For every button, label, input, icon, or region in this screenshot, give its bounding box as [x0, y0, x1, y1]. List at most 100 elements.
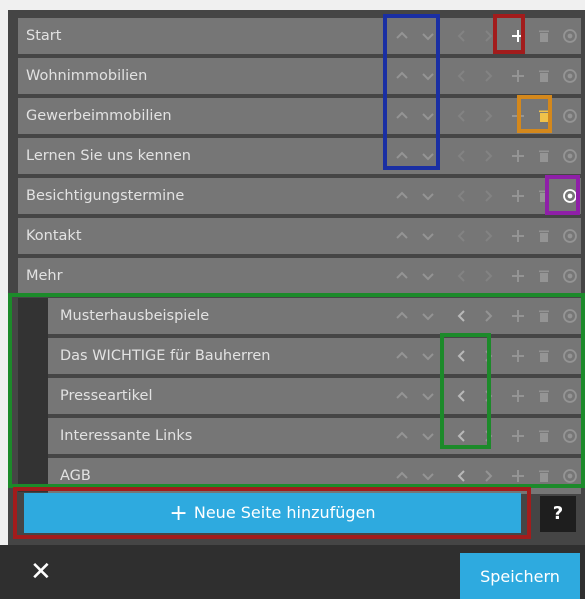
- page-label[interactable]: Musterhausbeispiele: [60, 298, 209, 334]
- trash-icon[interactable]: [532, 418, 556, 454]
- eye-icon[interactable]: [558, 338, 582, 374]
- eye-icon[interactable]: [558, 378, 582, 414]
- page-label[interactable]: AGB: [60, 458, 91, 494]
- chevron-down-icon[interactable]: [416, 98, 440, 134]
- eye-icon[interactable]: [558, 18, 582, 54]
- chevron-up-icon[interactable]: [390, 378, 414, 414]
- eye-icon[interactable]: [558, 98, 582, 134]
- trash-icon[interactable]: [532, 58, 556, 94]
- chevron-right-icon[interactable]: [476, 138, 500, 174]
- trash-icon[interactable]: [532, 338, 556, 374]
- trash-icon[interactable]: [532, 378, 556, 414]
- chevron-up-icon[interactable]: [390, 218, 414, 254]
- chevron-up-icon[interactable]: [390, 178, 414, 214]
- chevron-left-icon[interactable]: [450, 458, 474, 494]
- subpage-row[interactable]: Presseartikel: [48, 378, 581, 414]
- chevron-up-icon[interactable]: [390, 18, 414, 54]
- page-label[interactable]: Mehr: [26, 258, 63, 294]
- plus-icon[interactable]: [506, 338, 530, 374]
- plus-icon[interactable]: [506, 418, 530, 454]
- page-label[interactable]: Gewerbeimmobilien: [26, 98, 172, 134]
- trash-icon[interactable]: [532, 18, 556, 54]
- eye-icon[interactable]: [558, 178, 582, 214]
- chevron-left-icon[interactable]: [450, 378, 474, 414]
- page-label[interactable]: Presseartikel: [60, 378, 152, 414]
- chevron-down-icon[interactable]: [416, 298, 440, 334]
- subpage-row[interactable]: Interessante Links: [48, 418, 581, 454]
- page-row[interactable]: Besichtigungstermine: [18, 178, 581, 214]
- chevron-up-icon[interactable]: [390, 58, 414, 94]
- chevron-down-icon[interactable]: [416, 18, 440, 54]
- eye-icon[interactable]: [558, 258, 582, 294]
- plus-icon[interactable]: [506, 138, 530, 174]
- chevron-left-icon[interactable]: [450, 298, 474, 334]
- subpage-row[interactable]: Musterhausbeispiele: [48, 298, 581, 334]
- subpage-row[interactable]: Das WICHTIGE für Bauherren: [48, 338, 581, 374]
- chevron-down-icon[interactable]: [416, 258, 440, 294]
- chevron-right-icon[interactable]: [476, 338, 500, 374]
- plus-icon[interactable]: [506, 98, 530, 134]
- chevron-right-icon[interactable]: [476, 298, 500, 334]
- chevron-left-icon[interactable]: [450, 258, 474, 294]
- page-row[interactable]: Lernen Sie uns kennen: [18, 138, 581, 174]
- plus-icon[interactable]: [506, 458, 530, 494]
- chevron-right-icon[interactable]: [476, 418, 500, 454]
- chevron-right-icon[interactable]: [476, 178, 500, 214]
- chevron-up-icon[interactable]: [390, 338, 414, 374]
- save-button[interactable]: Speichern: [460, 553, 580, 599]
- eye-icon[interactable]: [558, 418, 582, 454]
- chevron-down-icon[interactable]: [416, 338, 440, 374]
- page-label[interactable]: Besichtigungstermine: [26, 178, 184, 214]
- chevron-left-icon[interactable]: [450, 178, 474, 214]
- plus-icon[interactable]: [506, 18, 530, 54]
- page-label[interactable]: Interessante Links: [60, 418, 192, 454]
- chevron-down-icon[interactable]: [416, 218, 440, 254]
- eye-icon[interactable]: [558, 458, 582, 494]
- chevron-down-icon[interactable]: [416, 378, 440, 414]
- page-row[interactable]: Mehr: [18, 258, 581, 294]
- eye-icon[interactable]: [558, 58, 582, 94]
- page-label[interactable]: Kontakt: [26, 218, 82, 254]
- chevron-right-icon[interactable]: [476, 18, 500, 54]
- eye-icon[interactable]: [558, 218, 582, 254]
- plus-icon[interactable]: [506, 258, 530, 294]
- add-page-button[interactable]: + Neue Seite hinzufügen: [24, 493, 521, 533]
- chevron-right-icon[interactable]: [476, 98, 500, 134]
- chevron-right-icon[interactable]: [476, 58, 500, 94]
- chevron-up-icon[interactable]: [390, 138, 414, 174]
- chevron-right-icon[interactable]: [476, 378, 500, 414]
- page-label[interactable]: Das WICHTIGE für Bauherren: [60, 338, 270, 374]
- page-row[interactable]: Gewerbeimmobilien: [18, 98, 581, 134]
- subpage-row[interactable]: AGB: [48, 458, 581, 494]
- page-label[interactable]: Start: [26, 18, 61, 54]
- page-row[interactable]: Kontakt: [18, 218, 581, 254]
- close-icon[interactable]: ✕: [30, 545, 52, 599]
- eye-icon[interactable]: [558, 298, 582, 334]
- chevron-up-icon[interactable]: [390, 458, 414, 494]
- trash-icon[interactable]: [532, 458, 556, 494]
- trash-icon[interactable]: [532, 258, 556, 294]
- chevron-right-icon[interactable]: [476, 458, 500, 494]
- chevron-up-icon[interactable]: [390, 298, 414, 334]
- chevron-left-icon[interactable]: [450, 98, 474, 134]
- trash-icon[interactable]: [532, 178, 556, 214]
- page-row[interactable]: Wohnimmobilien: [18, 58, 581, 94]
- page-label[interactable]: Wohnimmobilien: [26, 58, 147, 94]
- chevron-right-icon[interactable]: [476, 258, 500, 294]
- plus-icon[interactable]: [506, 178, 530, 214]
- chevron-left-icon[interactable]: [450, 218, 474, 254]
- plus-icon[interactable]: [506, 298, 530, 334]
- trash-icon[interactable]: [532, 98, 556, 134]
- help-button[interactable]: ?: [540, 496, 576, 532]
- chevron-up-icon[interactable]: [390, 98, 414, 134]
- plus-icon[interactable]: [506, 58, 530, 94]
- chevron-left-icon[interactable]: [450, 18, 474, 54]
- chevron-right-icon[interactable]: [476, 218, 500, 254]
- chevron-left-icon[interactable]: [450, 338, 474, 374]
- chevron-left-icon[interactable]: [450, 138, 474, 174]
- trash-icon[interactable]: [532, 218, 556, 254]
- chevron-up-icon[interactable]: [390, 258, 414, 294]
- chevron-down-icon[interactable]: [416, 58, 440, 94]
- trash-icon[interactable]: [532, 298, 556, 334]
- chevron-down-icon[interactable]: [416, 418, 440, 454]
